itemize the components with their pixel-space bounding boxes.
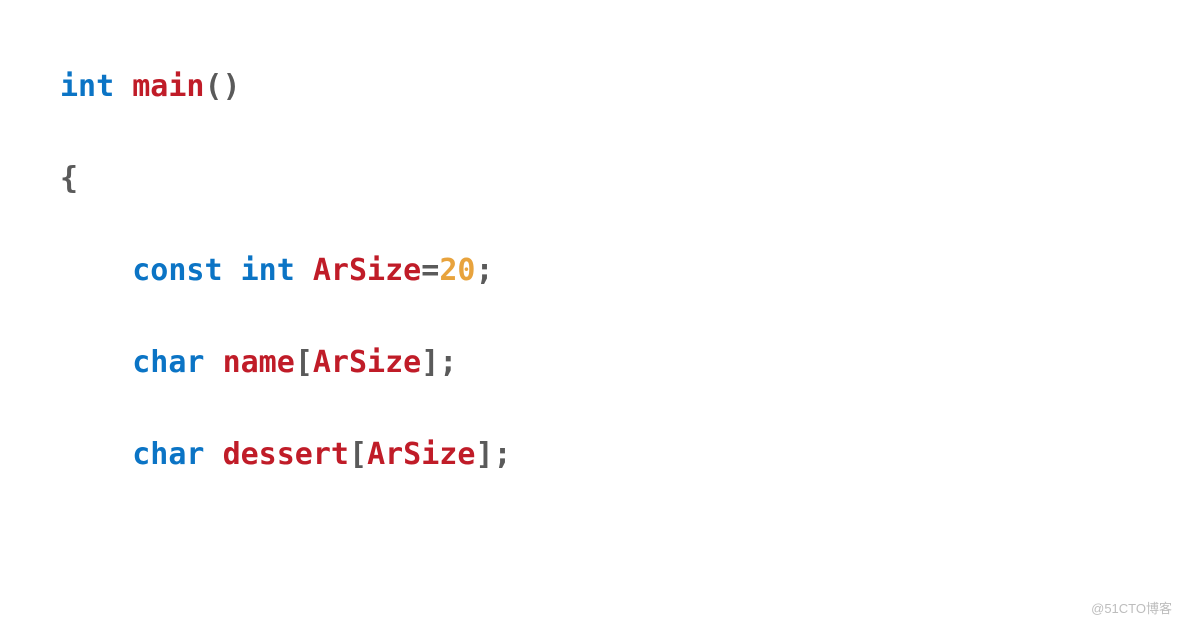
identifier-arsize: ArSize (313, 253, 421, 288)
code-line-blank (60, 524, 1184, 570)
keyword-const: const (132, 253, 222, 288)
code-snippet: int main() { const int ArSize=20; char n… (0, 0, 1184, 623)
code-line-5: char dessert[ArSize]; (60, 432, 1184, 478)
number-20: 20 (439, 253, 475, 288)
semicolon: ; (475, 253, 493, 288)
bracket-close-semi: ]; (421, 345, 457, 380)
bracket-open: [ (349, 437, 367, 472)
code-line-1: int main() (60, 64, 1184, 110)
keyword-char: char (132, 345, 204, 380)
code-line-4: char name[ArSize]; (60, 340, 1184, 386)
identifier-arsize: ArSize (367, 437, 475, 472)
bracket-open: [ (295, 345, 313, 380)
identifier-arsize: ArSize (313, 345, 421, 380)
identifier-dessert: dessert (223, 437, 349, 472)
keyword-char: char (132, 437, 204, 472)
identifier-name: name (223, 345, 295, 380)
brace-open: { (60, 161, 78, 196)
code-line-7: cout<<"Enter your name:\n"; (60, 616, 1184, 623)
equals: = (421, 253, 439, 288)
keyword-int: int (60, 69, 114, 104)
code-line-3: const int ArSize=20; (60, 248, 1184, 294)
keyword-int: int (241, 253, 295, 288)
watermark-text: @51CTO博客 (1091, 598, 1172, 617)
bracket-close-semi: ]; (475, 437, 511, 472)
code-line-2: { (60, 156, 1184, 202)
identifier-main: main (132, 69, 204, 104)
paren-open-close: () (205, 69, 241, 104)
